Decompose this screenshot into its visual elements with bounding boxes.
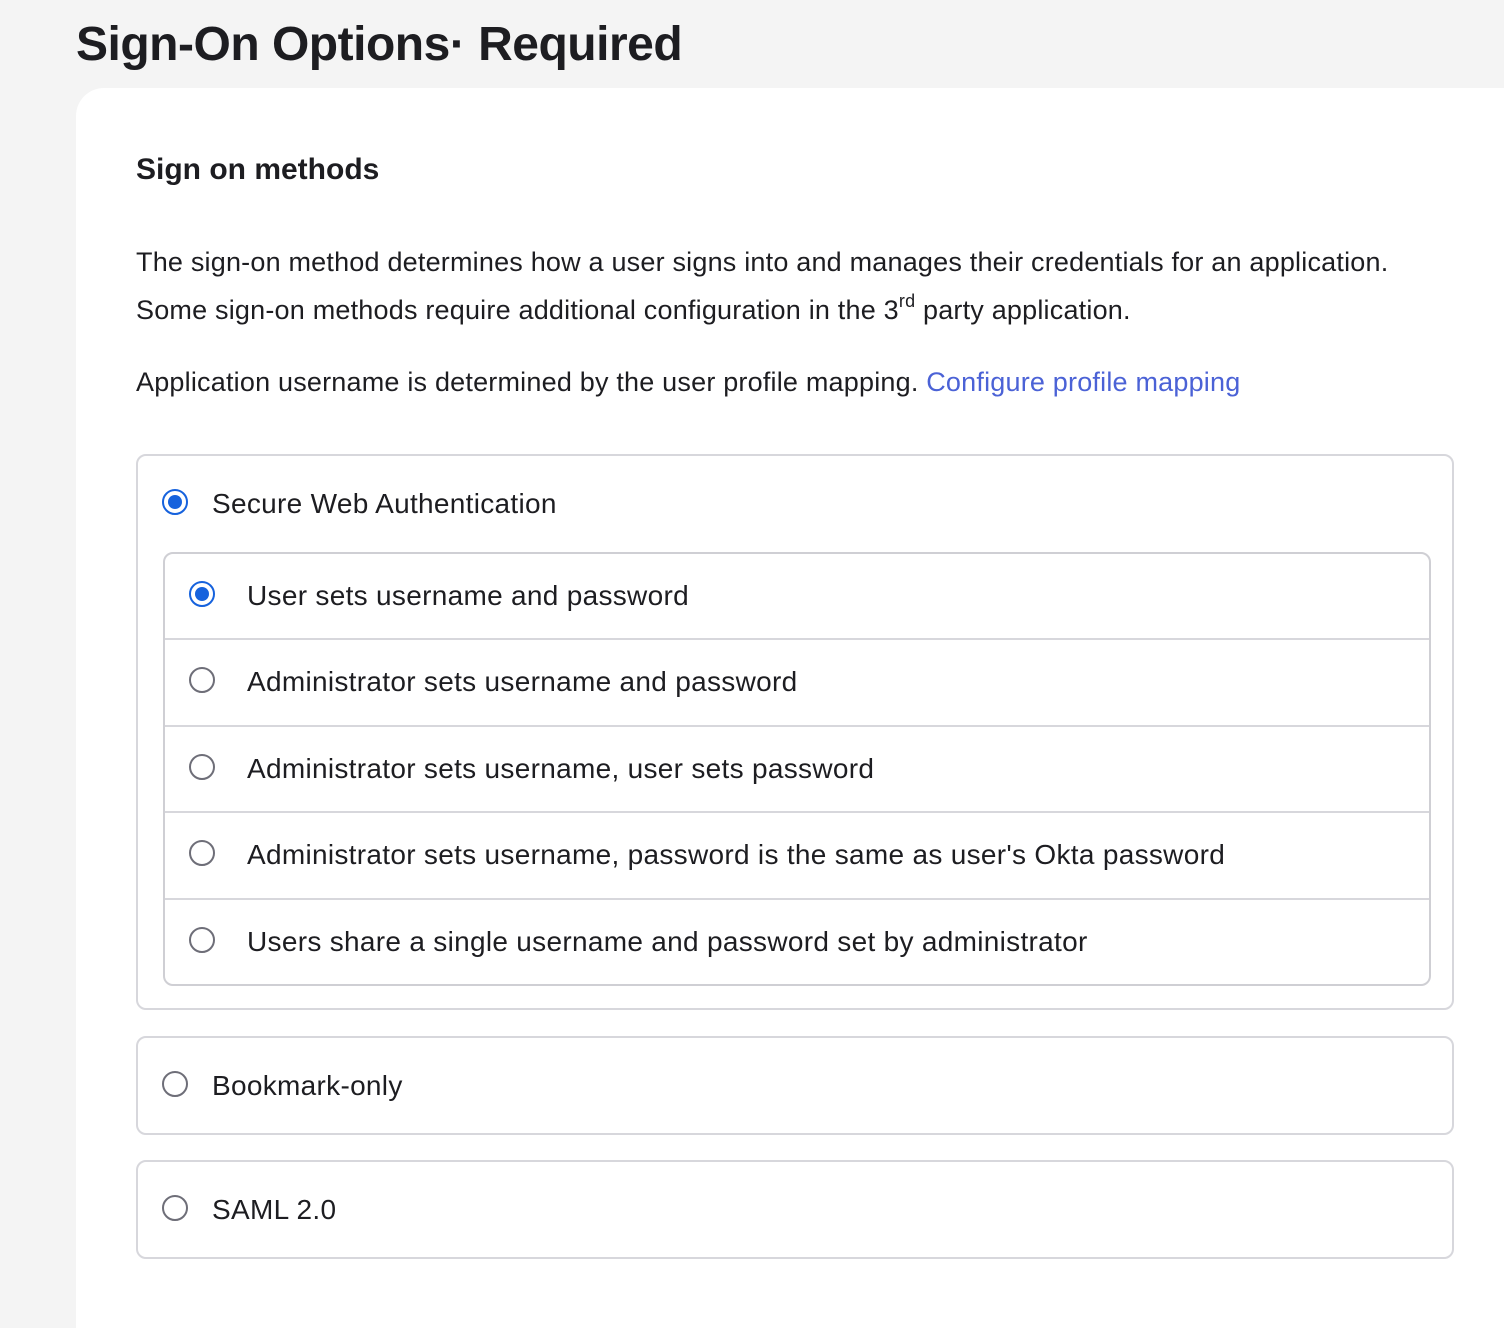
description-text: The sign-on method determines how a user… (136, 247, 1389, 325)
swa-sub-options: User sets username and password Administ… (163, 552, 1431, 986)
sign-on-card: Sign on methods The sign-on method deter… (76, 88, 1504, 1328)
method-label: SAML 2.0 (212, 1194, 337, 1225)
method-label: Bookmark-only (212, 1070, 403, 1101)
method-option-secure-web-authentication[interactable]: Secure Web Authentication User sets user… (136, 454, 1454, 1010)
sub-option-label: Administrator sets username and password (247, 666, 798, 698)
description-text-end: party application. (915, 295, 1131, 325)
section-title: Sign on methods (136, 153, 380, 186)
profile-mapping-note: Application username is determined by th… (136, 358, 1240, 406)
radio-selected-icon[interactable] (189, 581, 215, 607)
sub-option-label: Users share a single username and passwo… (247, 925, 1088, 957)
sub-option-user-sets-credentials[interactable]: User sets username and password (165, 554, 1429, 641)
sub-option-label: User sets username and password (247, 580, 689, 611)
radio-unselected-icon[interactable] (189, 840, 215, 867)
sign-on-description: The sign-on method determines how a user… (136, 238, 1426, 334)
configure-profile-mapping-link[interactable]: Configure profile mapping (926, 367, 1240, 397)
radio-unselected-icon[interactable] (162, 1195, 188, 1221)
radio-unselected-icon[interactable] (162, 1071, 188, 1097)
sub-option-admin-sets-credentials[interactable]: Administrator sets username and password (165, 640, 1429, 727)
sub-option-label: Administrator sets username, user sets p… (247, 752, 875, 784)
description-superscript: rd (898, 291, 916, 311)
profile-mapping-text: Application username is determined by th… (136, 367, 927, 397)
page-title: Sign-On Options· Required (76, 18, 683, 71)
sub-option-shared-credentials[interactable]: Users share a single username and passwo… (165, 900, 1429, 984)
method-option-bookmark-only[interactable]: Bookmark-only (136, 1036, 1454, 1135)
radio-selected-icon[interactable] (162, 489, 188, 515)
radio-unselected-icon[interactable] (189, 753, 215, 780)
radio-unselected-icon[interactable] (189, 926, 215, 953)
sub-option-admin-username-okta-password[interactable]: Administrator sets username, password is… (165, 813, 1429, 900)
sub-option-admin-username-user-password[interactable]: Administrator sets username, user sets p… (165, 727, 1429, 814)
radio-unselected-icon[interactable] (189, 667, 215, 694)
method-option-saml-2[interactable]: SAML 2.0 (136, 1160, 1454, 1259)
method-label: Secure Web Authentication (212, 488, 557, 519)
sub-option-label: Administrator sets username, password is… (247, 839, 1226, 871)
